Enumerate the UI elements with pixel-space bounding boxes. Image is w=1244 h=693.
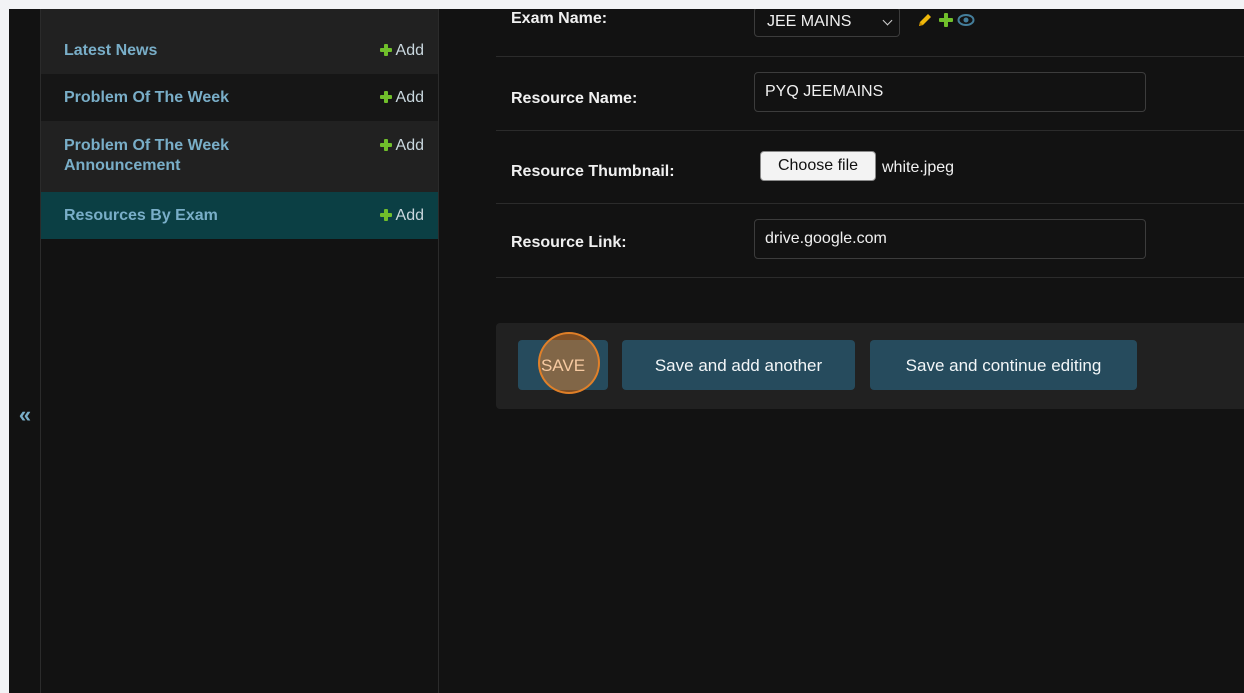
resource-name-row: Resource Name: bbox=[496, 56, 1244, 131]
plus-icon bbox=[379, 209, 392, 221]
pencil-icon[interactable] bbox=[916, 11, 934, 29]
exam-name-label: Exam Name: bbox=[511, 10, 608, 27]
sidebar-rail: « bbox=[9, 9, 41, 693]
resource-link-label: Resource Link: bbox=[511, 234, 627, 251]
plus-icon bbox=[379, 44, 392, 56]
sidebar-nav: Latest News Add Problem Of The Week Add … bbox=[41, 9, 439, 693]
eye-icon[interactable] bbox=[957, 11, 975, 29]
add-problem-announcement-link[interactable]: Add bbox=[379, 136, 424, 156]
plus-icon[interactable] bbox=[937, 11, 955, 29]
add-resources-by-exam-link[interactable]: Add bbox=[379, 206, 424, 226]
admin-window: « Latest News Add Problem Of The Week Ad… bbox=[9, 9, 1244, 693]
sidebar-item-label[interactable]: Problem Of The Week bbox=[64, 88, 304, 108]
add-latest-news-link[interactable]: Add bbox=[379, 41, 424, 61]
save-and-add-another-button[interactable]: Save and add another bbox=[622, 340, 855, 390]
resource-link-row: Resource Link: bbox=[496, 203, 1244, 278]
exam-name-row: Exam Name: JEE MAINS bbox=[496, 9, 1244, 57]
chevron-down-icon bbox=[882, 15, 893, 26]
sidebar-item-label[interactable]: Resources By Exam bbox=[64, 206, 304, 226]
plus-icon bbox=[379, 91, 392, 103]
resource-link-input[interactable] bbox=[754, 219, 1146, 259]
sidebar-item-label[interactable]: Problem Of The Week Announcement bbox=[64, 136, 284, 176]
resource-name-label: Resource Name: bbox=[511, 90, 638, 107]
sidebar-item-problem-of-the-week-announcement: Problem Of The Week Announcement Add bbox=[41, 121, 438, 192]
change-form: Exam Name: JEE MAINS Resource Name: PYQ … bbox=[496, 9, 1244, 693]
sidebar-item-problem-of-the-week: Problem Of The Week Add bbox=[41, 74, 438, 121]
resource-name-input[interactable] bbox=[754, 72, 1146, 112]
plus-icon bbox=[379, 139, 392, 151]
exam-name-select[interactable]: JEE MAINS bbox=[754, 9, 900, 37]
save-button[interactable]: SAVE bbox=[518, 340, 608, 390]
submit-row: SAVE Save and add another Save and conti… bbox=[496, 323, 1244, 409]
add-label: Add bbox=[395, 89, 424, 106]
add-label: Add bbox=[395, 207, 424, 224]
add-label: Add bbox=[395, 137, 424, 154]
choose-file-button[interactable]: Choose file bbox=[760, 151, 876, 181]
collapse-sidebar-icon[interactable]: « bbox=[13, 403, 37, 427]
sidebar-item-label[interactable]: Latest News bbox=[64, 41, 304, 61]
resource-thumbnail-row: Resource Thumbnail: Choose file white.jp… bbox=[496, 130, 1244, 204]
resource-thumbnail-label: Resource Thumbnail: bbox=[511, 163, 675, 180]
add-problem-of-the-week-link[interactable]: Add bbox=[379, 88, 424, 108]
save-and-continue-editing-button[interactable]: Save and continue editing bbox=[870, 340, 1137, 390]
selected-file-name: white.jpeg bbox=[882, 159, 955, 176]
add-label: Add bbox=[395, 42, 424, 59]
sidebar-item-latest-news: Latest News Add bbox=[41, 9, 438, 74]
sidebar-item-resources-by-exam: Resources By Exam Add bbox=[41, 192, 438, 239]
exam-name-selected-value: JEE MAINS bbox=[767, 13, 852, 30]
